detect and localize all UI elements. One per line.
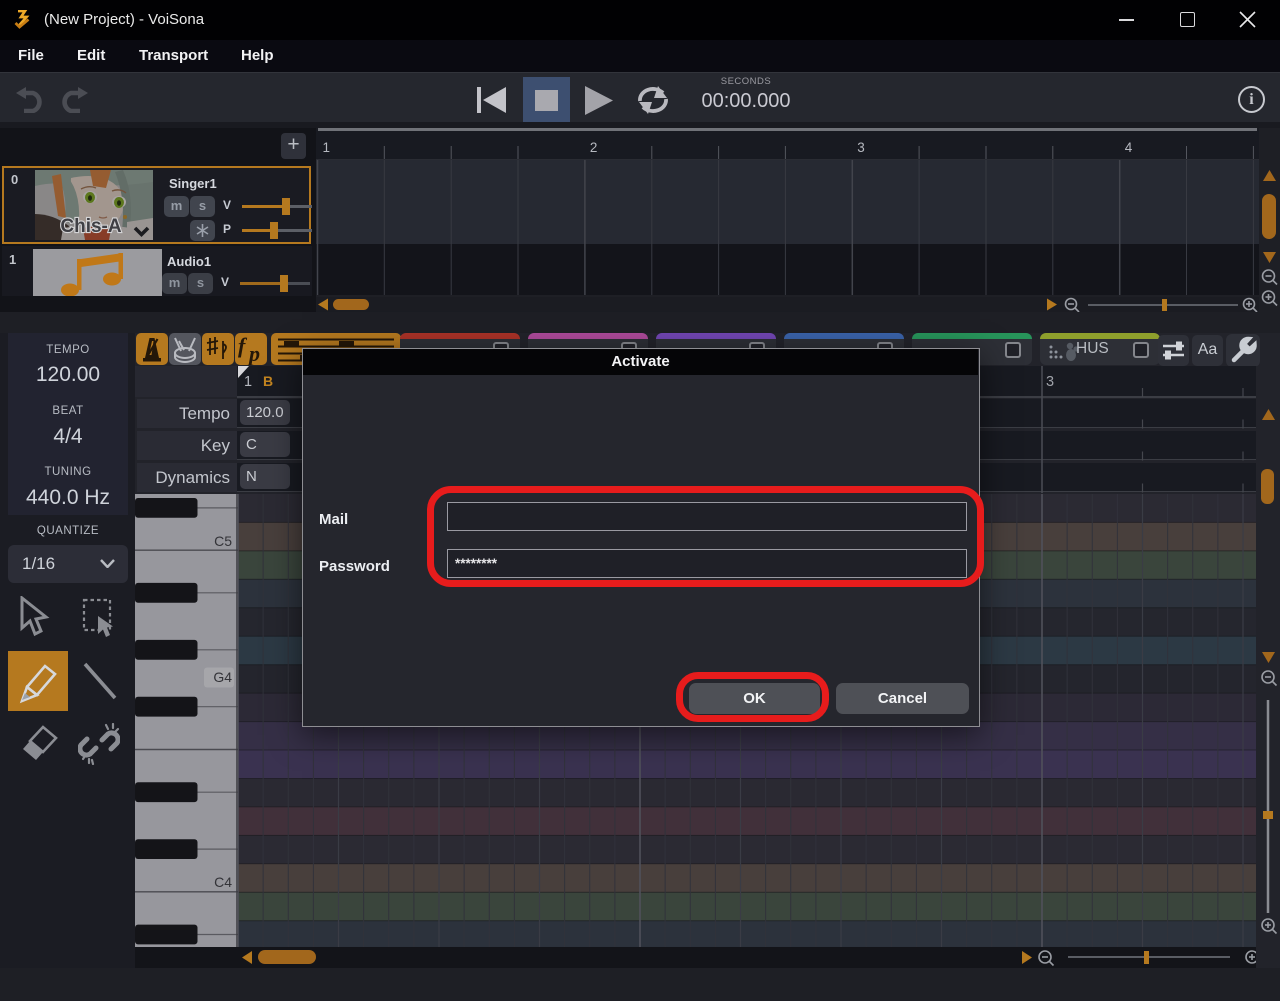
svg-text:C5: C5	[214, 533, 232, 549]
svg-text:G4: G4	[213, 669, 232, 685]
svg-text:1: 1	[323, 140, 331, 155]
svg-text:C4: C4	[214, 874, 232, 890]
svg-text:4: 4	[1125, 140, 1133, 155]
svg-text:2: 2	[590, 140, 598, 155]
svg-text:Chis-A: Chis-A	[60, 216, 122, 237]
svg-text:p: p	[247, 341, 260, 365]
svg-text:3: 3	[857, 140, 865, 155]
